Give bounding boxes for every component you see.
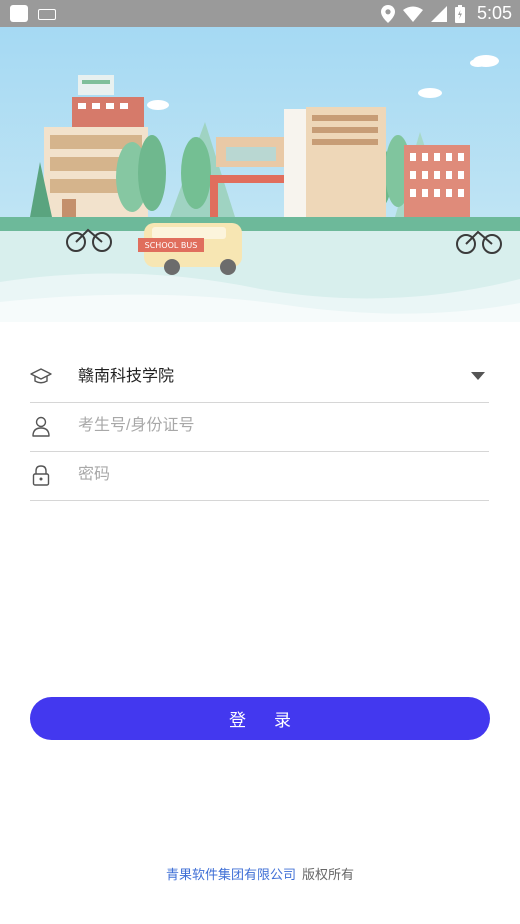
graduation-cap-icon xyxy=(30,368,52,384)
bus-label: SCHOOL BUS xyxy=(145,241,198,250)
account-input[interactable] xyxy=(78,410,478,442)
user-icon xyxy=(32,416,50,437)
campus-illustration: SCHOOL BUS xyxy=(0,27,520,322)
school-select[interactable]: 赣南科技学院 xyxy=(30,353,489,403)
battery-icon xyxy=(454,4,465,23)
school-name: 赣南科技学院 xyxy=(78,368,175,385)
company-link[interactable]: 青果软件集团有限公司 xyxy=(166,868,296,883)
status-time: 5:05 xyxy=(476,3,512,23)
signal-icon xyxy=(430,5,447,22)
login-button[interactable]: 登录 xyxy=(30,697,490,740)
center-building xyxy=(284,107,386,217)
location-icon xyxy=(380,4,395,23)
app-icon xyxy=(10,5,28,22)
chevron-down-icon[interactable] xyxy=(471,372,485,380)
status-bar: 5:05 xyxy=(0,0,520,27)
lock-icon xyxy=(32,465,50,486)
wifi-icon xyxy=(402,6,423,22)
account-row xyxy=(30,402,489,452)
password-row xyxy=(30,451,489,501)
keyboard-icon xyxy=(38,9,56,20)
password-input[interactable] xyxy=(78,459,478,491)
footer: 青果软件集团有限公司 版权所有 xyxy=(0,864,520,883)
copyright-text: 版权所有 xyxy=(302,868,355,883)
campus-banner: SCHOOL BUS xyxy=(0,27,520,322)
right-building xyxy=(404,145,470,221)
